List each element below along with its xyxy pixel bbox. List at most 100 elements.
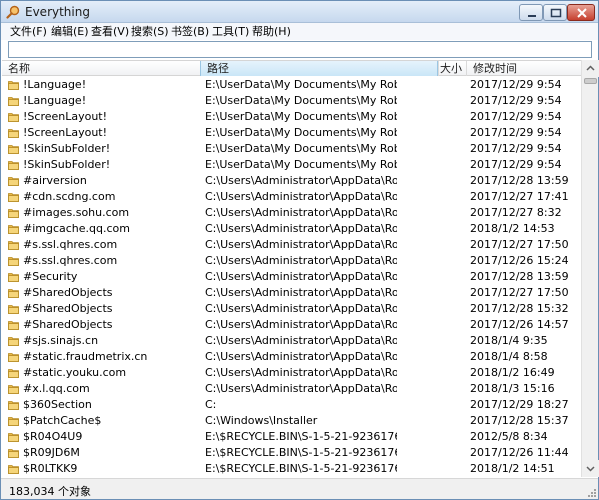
modified-date: 2017/12/29 9:54 — [470, 94, 562, 107]
folder-icon — [8, 465, 19, 474]
column-header-path[interactable]: 路径 — [200, 61, 438, 76]
object-count: 183,034 个对象 — [9, 485, 91, 498]
table-row[interactable]: #x.l.qq.com C:\Users\Administrator\AppDat… — [2, 381, 581, 397]
search-input[interactable] — [9, 42, 591, 57]
table-row[interactable]: #SharedObjects C:\Users\Administrator\App… — [2, 285, 581, 301]
table-row[interactable]: !ScreenLayout! E:\UserData\My Documents\M… — [2, 109, 581, 125]
everything-window: Everything 文件(F) 编辑(E) 查看(V) 搜索(S) 书签(B)… — [0, 0, 599, 500]
table-row[interactable]: #images.sohu.com C:\Users\Administrator\A… — [2, 205, 581, 221]
file-path: E:\UserData\My Documents\My RoboHel... — [205, 126, 397, 139]
folder-icon — [8, 385, 19, 394]
modified-date: 2017/12/27 8:32 — [470, 206, 562, 219]
folder-icon — [8, 369, 19, 378]
table-row[interactable]: $R04O4U9 E:\$RECYCLE.BIN\S-1-5-21-9236176… — [2, 429, 581, 445]
table-row[interactable]: #SharedObjects C:\Users\Administrator\App… — [2, 317, 581, 333]
menu-search[interactable]: 搜索(S) — [131, 24, 169, 39]
menu-edit[interactable]: 编辑(E) — [51, 24, 89, 39]
table-row[interactable]: !Language! E:\UserData\My Documents\My Ro… — [2, 77, 581, 93]
table-row[interactable]: !SkinSubFolder! E:\UserData\My Documents\… — [2, 157, 581, 173]
table-row[interactable]: $360Section C: 2017/12/29 18:27 — [2, 397, 581, 413]
search-box — [8, 41, 592, 58]
menu-file[interactable]: 文件(F) — [10, 24, 47, 39]
maximize-button[interactable] — [543, 4, 567, 21]
menu-bookmarks[interactable]: 书签(B) — [171, 24, 209, 39]
menu-view[interactable]: 查看(V) — [91, 24, 129, 39]
folder-icon — [8, 81, 19, 90]
file-name: !ScreenLayout! — [23, 126, 108, 139]
scroll-down-button[interactable] — [582, 460, 599, 477]
column-header-modified[interactable]: 修改时间 — [466, 61, 581, 76]
file-path: E:\UserData\My Documents\My RoboHel... — [205, 94, 397, 107]
file-name: #cdn.scdng.com — [23, 190, 116, 203]
title-bar[interactable]: Everything — [1, 1, 598, 23]
folder-icon — [8, 97, 19, 106]
modified-date: 2017/12/28 15:32 — [470, 302, 569, 315]
table-row[interactable]: !ScreenLayout! E:\UserData\My Documents\M… — [2, 125, 581, 141]
table-row[interactable]: !Language! E:\UserData\My Documents\My Ro… — [2, 93, 581, 109]
magnifier-app-icon — [6, 5, 20, 19]
file-name: #Security — [23, 270, 78, 283]
table-row[interactable]: #imgcache.qq.com C:\Users\Administrator\A… — [2, 221, 581, 237]
file-path: C:\Users\Administrator\AppData\Roamin... — [205, 302, 397, 315]
folder-icon — [8, 241, 19, 250]
close-button[interactable] — [567, 4, 595, 21]
menu-bar: 文件(F) 编辑(E) 查看(V) 搜索(S) 书签(B) 工具(T) 帮助(H… — [1, 23, 598, 40]
modified-date: 2017/12/27 17:50 — [470, 286, 569, 299]
table-row[interactable]: #s.ssl.qhres.com C:\Users\Administrator\A… — [2, 237, 581, 253]
menu-help[interactable]: 帮助(H) — [252, 24, 291, 39]
folder-icon — [8, 337, 19, 346]
file-path: E:\UserData\My Documents\My RoboHel... — [205, 78, 397, 91]
modified-date: 2017/12/26 15:24 — [470, 254, 569, 267]
file-list: !Language! E:\UserData\My Documents\My Ro… — [2, 77, 581, 477]
file-name: $R04O4U9 — [23, 430, 83, 443]
file-path: E:\$RECYCLE.BIN\S-1-5-21-923617662-4... — [205, 462, 397, 475]
file-path: E:\UserData\My Documents\My RoboHel... — [205, 158, 397, 171]
table-row[interactable]: #cdn.scdng.com C:\Users\Administrator\App… — [2, 189, 581, 205]
folder-icon — [8, 433, 19, 442]
file-name: #sjs.sinajs.cn — [23, 334, 99, 347]
folder-icon — [8, 113, 19, 122]
modified-date: 2017/12/26 14:57 — [470, 318, 569, 331]
vertical-scrollbar[interactable] — [581, 60, 599, 477]
modified-date: 2017/12/26 11:44 — [470, 446, 569, 459]
table-row[interactable]: #SharedObjects C:\Users\Administrator\App… — [2, 301, 581, 317]
folder-icon — [8, 449, 19, 458]
modified-date: 2017/12/29 18:27 — [470, 398, 569, 411]
resize-grip-icon[interactable] — [586, 487, 596, 497]
table-row[interactable]: #static.youku.com C:\Users\Administrator\… — [2, 365, 581, 381]
scroll-thumb[interactable] — [584, 78, 597, 84]
modified-date: 2017/12/29 9:54 — [470, 110, 562, 123]
folder-icon — [8, 401, 19, 410]
table-row[interactable]: #airversion C:\Users\Administrator\AppDat… — [2, 173, 581, 189]
table-row[interactable]: !SkinSubFolder! E:\UserData\My Documents\… — [2, 141, 581, 157]
file-path: E:\$RECYCLE.BIN\S-1-5-21-923617662-4... — [205, 430, 397, 443]
folder-icon — [8, 353, 19, 362]
modified-date: 2017/12/29 9:54 — [470, 126, 562, 139]
folder-icon — [8, 225, 19, 234]
modified-date: 2017/12/29 9:54 — [470, 78, 562, 91]
table-row[interactable]: $PatchCache$ C:\Windows\Installer 2017/12/… — [2, 413, 581, 429]
table-row[interactable]: #Security C:\Users\Administrator\AppData\… — [2, 269, 581, 285]
table-row[interactable]: $R0LTKK9 E:\$RECYCLE.BIN\S-1-5-21-9236176… — [2, 461, 581, 477]
modified-date: 2018/1/4 8:58 — [470, 350, 548, 363]
file-path: C:\Users\Administrator\AppData\Roamin... — [205, 286, 397, 299]
modified-date: 2018/1/3 15:16 — [470, 382, 555, 395]
file-name: !ScreenLayout! — [23, 110, 108, 123]
column-header-name[interactable]: 名称 — [2, 61, 200, 76]
scroll-up-button[interactable] — [582, 60, 599, 77]
modified-date: 2017/12/29 9:54 — [470, 142, 562, 155]
column-header-size[interactable]: 大小 — [438, 61, 466, 76]
minimize-button[interactable] — [519, 4, 543, 21]
modified-date: 2017/12/28 15:37 — [470, 414, 569, 427]
folder-icon — [8, 129, 19, 138]
table-row[interactable]: #s.ssl.qhres.com C:\Users\Administrator\A… — [2, 253, 581, 269]
maximize-icon — [550, 8, 562, 18]
table-row[interactable]: $R09JD6M E:\$RECYCLE.BIN\S-1-5-21-9236176… — [2, 445, 581, 461]
file-path: C: — [205, 398, 217, 411]
modified-date: 2018/1/2 14:51 — [470, 462, 555, 475]
menu-tools[interactable]: 工具(T) — [212, 24, 249, 39]
table-row[interactable]: #sjs.sinajs.cn C:\Users\Administrator\App… — [2, 333, 581, 349]
table-row[interactable]: #static.fraudmetrix.cn C:\Users\Administr… — [2, 349, 581, 365]
file-name: #airversion — [23, 174, 87, 187]
file-name: #SharedObjects — [23, 286, 113, 299]
